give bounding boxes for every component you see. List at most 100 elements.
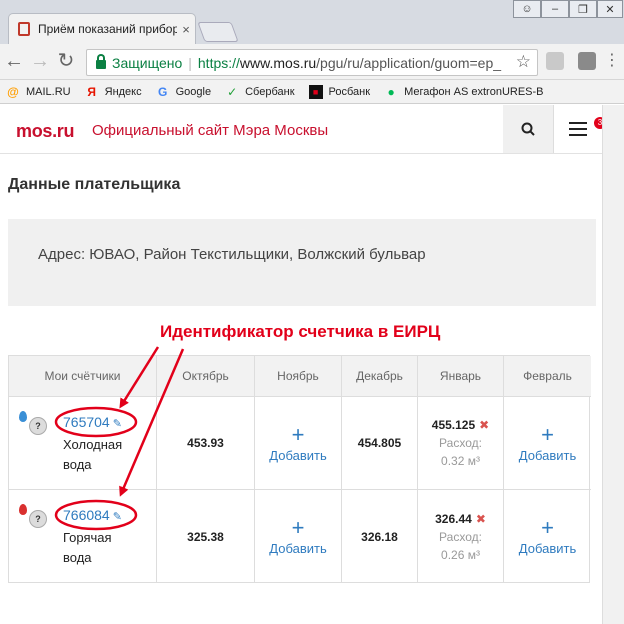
- page-favicon-icon: [18, 22, 30, 36]
- consumption-value: 0.32 м³: [441, 454, 480, 468]
- site-logo[interactable]: mos.ru: [16, 121, 75, 142]
- reading-october: 453.93: [157, 397, 255, 490]
- consumption-value: 0.26 м³: [441, 547, 480, 562]
- site-title[interactable]: Официальный сайт Мэра Москвы: [92, 122, 328, 139]
- hamburger-icon: [569, 122, 587, 136]
- plus-icon: +: [291, 515, 305, 540]
- mail-icon: @: [7, 84, 19, 99]
- add-label: Добавить: [269, 541, 327, 556]
- site-header: mos.ru Официальный сайт Мэра Москвы: [0, 105, 602, 154]
- bookmark-label: Яндекс: [104, 85, 142, 98]
- meter-name-line1: Горячая: [63, 530, 112, 545]
- meter-name-line2: вода: [63, 457, 92, 472]
- meter-id: 766084: [63, 507, 110, 523]
- payer-heading: Данные плательщика: [8, 176, 181, 193]
- add-reading-november[interactable]: + Добавить: [255, 490, 342, 583]
- january-value: 326.44: [435, 511, 472, 526]
- bookmark-label: Мегафон AS extronURES-B: [404, 85, 544, 98]
- browser-titlebar: Приём показаний прибор × ☺ – ❐ ✕: [0, 0, 624, 44]
- url-path: /pgu/ru/application/guom=ep_: [316, 54, 502, 71]
- meter-id-link[interactable]: 766084 ✎: [63, 507, 122, 523]
- plus-icon: +: [541, 515, 554, 540]
- add-label: Добавить: [518, 447, 577, 463]
- bookmark-label: Росбанк: [328, 85, 371, 98]
- plus-icon: +: [291, 421, 305, 447]
- bookmark-star-icon[interactable]: ☆: [516, 52, 531, 72]
- bookmark-label: Google: [175, 85, 212, 98]
- tab-close-icon[interactable]: ×: [177, 22, 195, 37]
- consumption-label: Расход:: [439, 529, 482, 544]
- add-reading-november[interactable]: + Добавить: [255, 397, 342, 490]
- add-label: Добавить: [518, 541, 577, 556]
- annotation-label: Идентификатор счетчика в ЕИРЦ: [160, 322, 441, 341]
- address-bar[interactable]: Защищено | https://www.mos.ru/pgu/ru/app…: [86, 49, 538, 76]
- bookmark-mailru[interactable]: @ MAIL.RU: [6, 84, 70, 99]
- sberbank-icon: ✓: [227, 84, 238, 99]
- address-panel: Адрес: ЮВАО, Район Текстильщики, Волжски…: [8, 219, 596, 306]
- cold-water-drop-icon: [19, 411, 27, 422]
- help-icon[interactable]: ?: [29, 510, 47, 528]
- delete-reading-icon[interactable]: ✖: [479, 418, 489, 432]
- url-text: https://www.mos.ru/pgu/ru/application/gu…: [198, 55, 501, 71]
- help-icon[interactable]: ?: [29, 417, 47, 435]
- reading-december: 454.805: [342, 397, 418, 490]
- edit-pencil-icon[interactable]: ✎: [113, 511, 122, 523]
- forward-icon[interactable]: →: [28, 50, 52, 72]
- add-reading-february[interactable]: + Добавить: [504, 490, 591, 583]
- url-host: www.mos.ru: [239, 54, 317, 71]
- reading-january: 455.125 ✖ Расход: 0.32 м³: [418, 397, 504, 490]
- hot-water-drop-icon: [19, 504, 27, 515]
- delete-reading-icon[interactable]: ✖: [476, 512, 486, 526]
- reading-october: 325.38: [157, 490, 255, 583]
- meter-id-link[interactable]: 765704 ✎: [63, 414, 122, 430]
- yandex-icon: Я: [87, 84, 96, 99]
- address-separator: |: [188, 54, 192, 71]
- window-close-icon[interactable]: ✕: [597, 0, 623, 18]
- browser-tab[interactable]: Приём показаний прибор ×: [8, 13, 196, 44]
- google-icon: G: [157, 84, 168, 99]
- address-text: Адрес: ЮВАО, Район Текстильщики, Волжски…: [38, 246, 426, 263]
- table-row-meter-1: ? 765704 ✎ Холодная вода: [9, 397, 157, 490]
- header-february: Февраль: [504, 356, 591, 397]
- page-scrollbar[interactable]: [602, 105, 624, 624]
- edit-pencil-icon[interactable]: ✎: [113, 418, 122, 430]
- bookmark-sberbank[interactable]: ✓ Сбербанк: [225, 85, 294, 99]
- bookmark-megafon[interactable]: ● Мегафон AS extronURES-B: [384, 85, 543, 99]
- reload-icon[interactable]: ↻: [54, 50, 78, 72]
- lock-icon: [96, 54, 106, 69]
- megafon-icon: ●: [387, 84, 395, 99]
- new-tab-button[interactable]: [197, 22, 239, 42]
- rosbank-icon: ■: [308, 84, 323, 99]
- january-value: 455.125: [431, 418, 476, 432]
- search-icon: [521, 122, 535, 136]
- header-january: Январь: [418, 356, 504, 397]
- bookmark-label: Сбербанк: [245, 85, 295, 98]
- meter-name: Холодная вода: [63, 435, 122, 475]
- restore-icon[interactable]: ❐: [569, 0, 597, 18]
- minimize-icon[interactable]: –: [541, 0, 569, 18]
- meter-name: Горячая вода: [63, 528, 112, 568]
- meters-table: Мои счётчики Октябрь Ноябрь Декабрь Янва…: [8, 355, 591, 583]
- browser-menu-icon[interactable]: ⋮: [600, 50, 624, 72]
- add-label: Добавить: [269, 447, 327, 463]
- plus-icon: +: [541, 421, 554, 447]
- secure-label: Защищено: [112, 54, 183, 71]
- header-meters: Мои счётчики: [9, 356, 157, 397]
- search-button[interactable]: [503, 105, 553, 153]
- bookmark-yandex[interactable]: Я Яндекс: [85, 84, 142, 99]
- menu-button[interactable]: [553, 105, 602, 153]
- consumption-label: Расход:: [439, 436, 482, 450]
- meter-id: 765704: [63, 414, 110, 430]
- back-icon[interactable]: ←: [2, 50, 26, 72]
- bookmark-rosbank[interactable]: ■ Росбанк: [308, 84, 371, 99]
- table-row-meter-2: ? 766084 ✎ Горячая вода: [9, 490, 157, 583]
- extension-icon[interactable]: [578, 52, 596, 70]
- tab-title: Приём показаний прибор: [38, 22, 177, 36]
- bookmark-google[interactable]: G Google: [156, 85, 211, 99]
- header-october: Октябрь: [157, 356, 255, 397]
- user-profile-icon[interactable]: ☺: [513, 0, 541, 18]
- pdf-extension-icon[interactable]: [546, 52, 564, 70]
- meter-name-line2: вода: [63, 550, 92, 565]
- meter-name-line1: Холодная: [63, 437, 123, 452]
- add-reading-february[interactable]: + Добавить: [504, 397, 591, 490]
